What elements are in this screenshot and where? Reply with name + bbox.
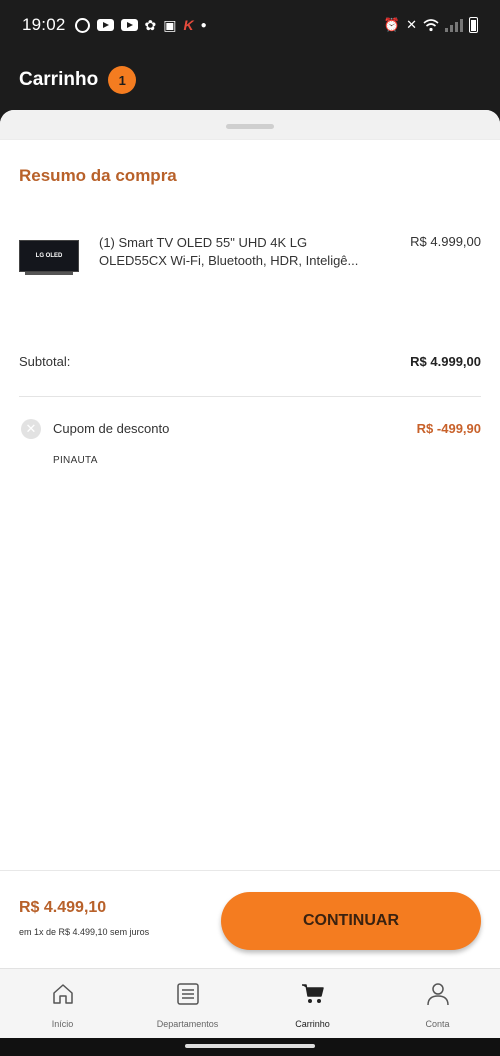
mute-icon: ✕ bbox=[406, 17, 417, 32]
list-icon bbox=[176, 983, 199, 1005]
subtotal-row: Subtotal: R$ 4.999,00 bbox=[19, 354, 481, 374]
apps-icon: ✿ bbox=[144, 16, 157, 33]
subtotal-label: Subtotal: bbox=[19, 354, 71, 369]
image-icon: ▣ bbox=[163, 16, 177, 33]
cart-icon bbox=[301, 984, 324, 1003]
product-price: R$ 4.999,00 bbox=[410, 234, 481, 249]
order-total: R$ 4.499,10 bbox=[19, 899, 107, 916]
system-icons: ⏰ ✕ bbox=[384, 17, 478, 33]
home-icon bbox=[52, 984, 73, 1004]
nav-item-carrinho[interactable]: Carrinho bbox=[250, 969, 375, 1038]
subtotal-value: R$ 4.999,00 bbox=[410, 354, 481, 369]
nav-label: Conta bbox=[425, 1019, 450, 1029]
more-notifications-icon: ● bbox=[200, 19, 207, 31]
status-time: 19:02 bbox=[22, 15, 66, 34]
status-bar: 19:02 ✿ ▣ K ● ⏰ ✕ bbox=[0, 0, 500, 50]
youtube-icon bbox=[120, 19, 138, 31]
wifi-icon bbox=[423, 19, 439, 32]
sheet-drag-area[interactable] bbox=[0, 110, 500, 140]
coupon-discount-value: R$ -499,90 bbox=[416, 421, 481, 436]
nav-item-conta[interactable]: Conta bbox=[375, 969, 500, 1038]
gesture-handle[interactable] bbox=[185, 1044, 315, 1048]
whatsapp-icon bbox=[74, 17, 90, 33]
summary-title: Resumo da compra bbox=[19, 166, 177, 185]
alarm-icon: ⏰ bbox=[383, 17, 401, 32]
youtube-icon bbox=[96, 19, 114, 31]
bottom-nav: Início Departamentos Carrinho Conta bbox=[0, 968, 500, 1038]
page-title: Carrinho bbox=[19, 69, 99, 90]
continue-button[interactable]: CONTINUAR bbox=[221, 892, 481, 950]
signal-icon bbox=[445, 18, 463, 32]
cart-product-row[interactable]: LG OLED (1) Smart TV OLED 55" UHD 4K LG … bbox=[19, 234, 481, 294]
notification-icons: ✿ ▣ K ● bbox=[74, 16, 207, 34]
cart-summary-sheet: Resumo da compra LG OLED (1) Smart TV OL… bbox=[0, 110, 500, 968]
installments-info: em 1x de R$ 4.499,10 sem juros bbox=[19, 927, 150, 937]
sheet-drag-handle[interactable] bbox=[226, 124, 274, 129]
thumbnail-logo-text: LG OLED bbox=[35, 253, 63, 259]
divider bbox=[19, 396, 481, 397]
remove-coupon-icon[interactable]: ✕ bbox=[21, 419, 41, 439]
product-thumbnail[interactable]: LG OLED bbox=[19, 240, 79, 278]
checkout-footer: R$ 4.499,10 em 1x de R$ 4.499,10 sem jur… bbox=[0, 870, 500, 968]
battery-icon bbox=[469, 17, 478, 33]
coupon-label: Cupom de desconto bbox=[53, 421, 170, 436]
coupon-code: PINAUTA bbox=[53, 455, 98, 466]
nav-label: Departamentos bbox=[156, 1019, 219, 1029]
cart-count-badge: 1 bbox=[108, 66, 137, 94]
nav-item-departamentos[interactable]: Departamentos bbox=[125, 969, 250, 1038]
nav-label: Início bbox=[51, 1019, 74, 1029]
nav-label: Carrinho bbox=[295, 1019, 330, 1029]
system-navigation-area bbox=[0, 1038, 500, 1056]
coupon-row: ✕ Cupom de desconto PINAUTA R$ -499,90 bbox=[19, 418, 481, 478]
nav-item-inicio[interactable]: Início bbox=[0, 969, 125, 1038]
user-icon bbox=[426, 983, 449, 1006]
product-name: (1) Smart TV OLED 55" UHD 4K LG OLED55CX… bbox=[99, 235, 359, 268]
app-header: Carrinho 1 bbox=[0, 50, 500, 110]
bolt-icon: K bbox=[183, 17, 194, 33]
